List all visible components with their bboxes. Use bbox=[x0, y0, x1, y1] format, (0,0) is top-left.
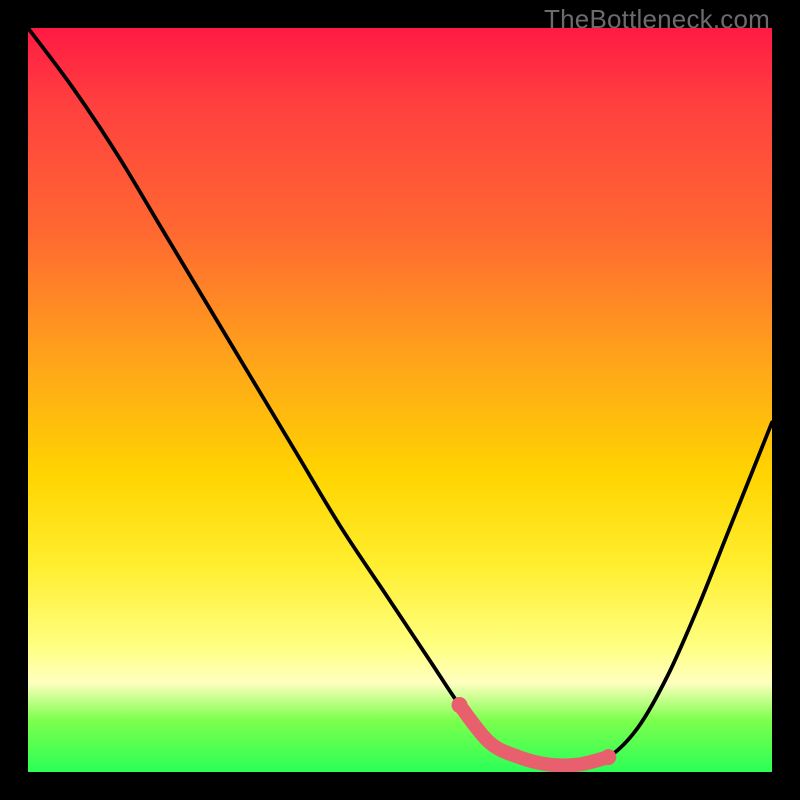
bottleneck-curve bbox=[28, 28, 772, 765]
chart-frame: TheBottleneck.com bbox=[0, 0, 800, 800]
optimal-region-band bbox=[460, 705, 609, 765]
optimal-end-dot bbox=[600, 749, 616, 765]
plot-area bbox=[28, 28, 772, 772]
optimal-start-dot bbox=[452, 697, 468, 713]
curve-layer bbox=[28, 28, 772, 772]
